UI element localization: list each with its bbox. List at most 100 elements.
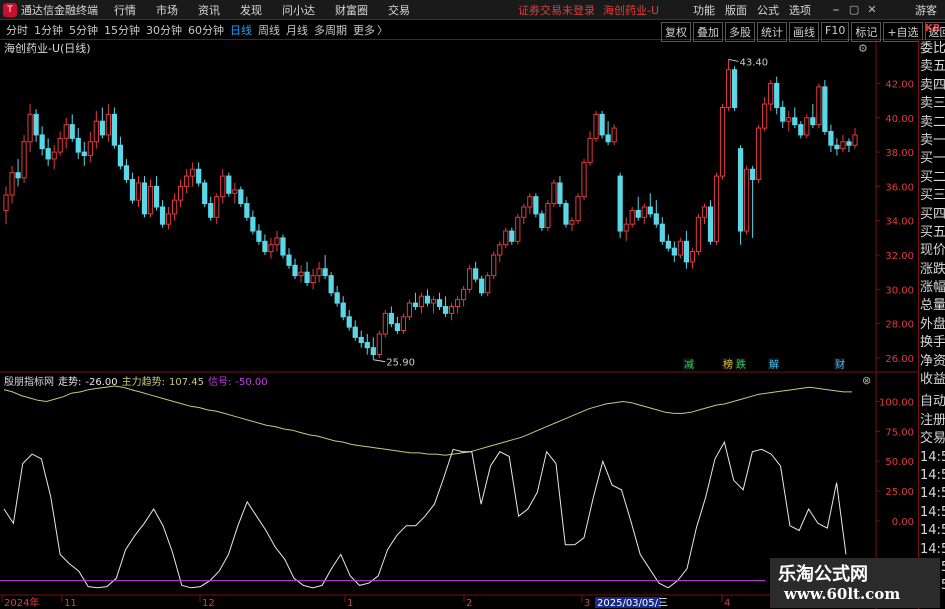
candle[interactable] [99,107,105,139]
candle[interactable] [57,131,63,156]
candle[interactable] [629,206,635,228]
candle[interactable] [503,227,509,249]
candle[interactable] [244,196,250,221]
tool-button-7[interactable]: +自选 [883,22,923,42]
candle[interactable] [196,162,202,187]
menu-item-0[interactable]: 行情 [114,2,136,18]
candle[interactable] [515,213,521,245]
tab-period-9[interactable]: 多周期 [314,22,347,38]
menu-item-2[interactable]: 资讯 [198,2,220,18]
candle[interactable] [184,169,190,194]
candle[interactable] [280,234,286,259]
candle[interactable] [358,330,364,348]
tool-button-4[interactable]: 画线 [789,22,819,42]
candle[interactable] [21,134,27,183]
candle[interactable] [232,182,238,204]
tab-period-7[interactable]: 周线 [258,22,280,38]
candle[interactable] [750,165,756,238]
candle[interactable] [220,169,226,204]
candle[interactable] [304,261,310,286]
candle[interactable] [111,107,117,149]
guest-user[interactable]: 游客 [915,2,937,18]
candle[interactable] [51,145,57,170]
candle[interactable] [310,268,316,290]
menu-item-6[interactable]: 交易 [388,2,410,18]
candle[interactable] [677,237,683,259]
candle[interactable] [436,292,443,310]
candle[interactable] [129,172,136,204]
candle[interactable] [557,176,563,207]
candle[interactable] [340,296,346,321]
candle[interactable] [418,292,425,314]
candle[interactable] [719,104,726,180]
tool-button-8[interactable]: 返回 [924,22,945,42]
candle[interactable] [527,193,533,214]
candle[interactable] [141,176,148,218]
candle[interactable] [159,200,166,228]
more-arrow-icon[interactable]: 〉 [377,22,388,38]
candle[interactable] [165,206,172,230]
candle[interactable] [509,227,515,245]
candle[interactable] [208,196,214,221]
tab-period-6[interactable]: 日线 [230,22,252,38]
candle[interactable] [81,141,87,166]
candle[interactable] [671,241,677,262]
candle[interactable] [756,124,762,183]
candle[interactable] [737,145,744,245]
menu-item-3[interactable]: 发现 [240,2,262,18]
candle[interactable] [725,59,732,111]
candle[interactable] [701,203,708,225]
candle[interactable] [798,121,804,139]
candle[interactable] [551,179,557,207]
candle[interactable] [45,138,51,166]
candle[interactable] [599,110,605,139]
candle[interactable] [707,200,714,245]
candle[interactable] [238,186,244,207]
tab-period-8[interactable]: 月线 [286,22,308,38]
event-marker[interactable]: 解 [768,358,779,371]
event-marker[interactable]: 财 [834,358,845,371]
candle[interactable] [834,138,840,156]
candle[interactable] [593,110,599,142]
candle[interactable] [804,114,810,139]
candle[interactable] [286,248,292,269]
candle[interactable] [226,172,232,197]
candle[interactable] [105,104,111,142]
candle[interactable] [388,306,394,328]
candle[interactable] [485,272,491,297]
candle[interactable] [33,109,39,142]
tool-button-2[interactable]: 多股 [725,22,755,42]
candle[interactable] [768,80,774,111]
candle[interactable] [828,124,834,153]
menu-item-5[interactable]: 财富圈 [335,2,368,18]
candle[interactable] [328,272,334,297]
candle[interactable] [135,176,142,207]
candle[interactable] [581,158,587,201]
tab-period-3[interactable]: 15分钟 [104,22,140,38]
candle[interactable] [641,203,647,225]
candle[interactable] [424,289,431,307]
candle[interactable] [816,83,822,129]
right-menu-item-0[interactable]: 功能 [693,2,715,18]
candle[interactable] [744,165,750,235]
event-marker[interactable]: 跌 [735,358,746,371]
candle[interactable] [352,320,358,341]
candle[interactable] [298,265,304,283]
menu-item-1[interactable]: 市场 [156,2,178,18]
candle[interactable] [659,217,665,245]
tab-period-4[interactable]: 30分钟 [146,22,182,38]
candle[interactable] [322,255,328,280]
candle[interactable] [454,296,461,314]
candle[interactable] [364,333,370,355]
candle[interactable] [473,261,479,283]
tab-period-5[interactable]: 60分钟 [188,22,224,38]
candle[interactable] [382,309,388,338]
kline-chart[interactable]: 海创药业-U(日线) ⚙⊗42.0040.0038.0036.0034.0032.… [0,40,918,609]
candle[interactable] [792,107,798,129]
candle[interactable] [611,124,617,146]
candle[interactable] [178,179,184,207]
candle[interactable] [762,97,768,132]
candle[interactable] [822,80,828,135]
right-menu-item-1[interactable]: 版面 [725,2,747,18]
candle[interactable] [39,126,45,156]
